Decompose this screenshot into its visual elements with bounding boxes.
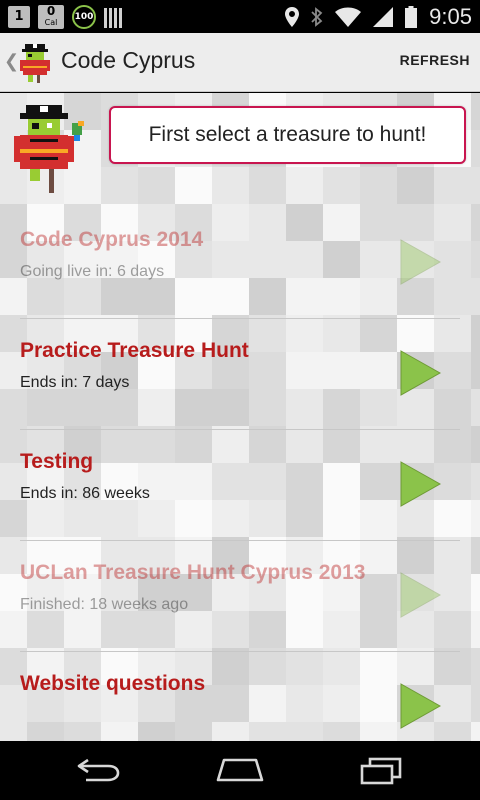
hunt-status: Finished: 18 weeks ago bbox=[20, 596, 189, 613]
instruction-bubble: First select a treasure to hunt! bbox=[109, 106, 466, 164]
location-icon bbox=[285, 6, 300, 27]
app-title: Code Cyprus bbox=[61, 47, 196, 73]
sim-icon: 1 bbox=[8, 5, 30, 28]
hunt-title: Website questions bbox=[20, 672, 206, 695]
hunt-item-uclan-treasure-hunt-cyprus-2013[interactable]: UCLan Treasure Hunt Cyprus 2013 Finished… bbox=[0, 541, 480, 652]
status-bar: 1 0 Cal 100 9:05 bbox=[0, 0, 480, 33]
pirate-app-icon[interactable] bbox=[20, 41, 50, 83]
hunt-title: UCLan Treasure Hunt Cyprus 2013 bbox=[20, 561, 366, 584]
usage-circle-icon: 100 bbox=[72, 4, 96, 29]
back-icon[interactable] bbox=[76, 757, 122, 783]
wifi-icon bbox=[335, 7, 362, 27]
calendar-icon: 0 Cal bbox=[38, 3, 64, 29]
calendar-label: Cal bbox=[44, 17, 58, 27]
battery-icon bbox=[405, 5, 418, 28]
play-arrow-icon[interactable] bbox=[399, 350, 441, 396]
action-bar: ❮ Code Cyprus REFRESH bbox=[0, 33, 480, 92]
clock: 9:05 bbox=[429, 3, 472, 29]
hunt-list-screen: First select a treasure to hunt! Code Cy… bbox=[0, 93, 480, 741]
signal-icon bbox=[373, 6, 394, 27]
hunt-item-code-cyprus-2014[interactable]: Code Cyprus 2014 Going live in: 6 days bbox=[0, 208, 480, 319]
hunt-title: Testing bbox=[20, 450, 94, 473]
hunt-item-website-questions[interactable]: Website questions bbox=[0, 652, 480, 741]
barcode-icon bbox=[104, 6, 122, 28]
pirate-mascot-icon bbox=[14, 105, 84, 193]
play-arrow-icon[interactable] bbox=[399, 461, 441, 507]
hunt-status: Ends in: 86 weeks bbox=[20, 485, 150, 502]
recent-apps-icon[interactable] bbox=[360, 757, 402, 785]
bluetooth-icon bbox=[311, 6, 323, 27]
home-icon[interactable] bbox=[216, 757, 264, 783]
play-arrow-icon[interactable] bbox=[399, 572, 441, 618]
navigation-bar bbox=[0, 741, 480, 800]
status-bar-system: 9:05 bbox=[285, 4, 472, 29]
refresh-button[interactable]: REFRESH bbox=[400, 52, 470, 68]
hunt-status: Going live in: 6 days bbox=[20, 263, 165, 280]
status-bar-notifications: 1 0 Cal 100 bbox=[8, 4, 122, 29]
play-arrow-icon[interactable] bbox=[399, 239, 441, 285]
calendar-number: 0 bbox=[46, 3, 56, 18]
up-caret-icon[interactable]: ❮ bbox=[4, 51, 19, 72]
play-arrow-icon[interactable] bbox=[399, 683, 441, 729]
hunt-title: Code Cyprus 2014 bbox=[20, 228, 204, 251]
hunt-item-practice-treasure-hunt[interactable]: Practice Treasure Hunt Ends in: 7 days bbox=[0, 319, 480, 430]
hunt-item-testing[interactable]: Testing Ends in: 86 weeks bbox=[0, 430, 480, 541]
hunt-title: Practice Treasure Hunt bbox=[20, 339, 249, 362]
hunt-status: Ends in: 7 days bbox=[20, 374, 130, 391]
instruction-text: First select a treasure to hunt! bbox=[148, 123, 427, 146]
